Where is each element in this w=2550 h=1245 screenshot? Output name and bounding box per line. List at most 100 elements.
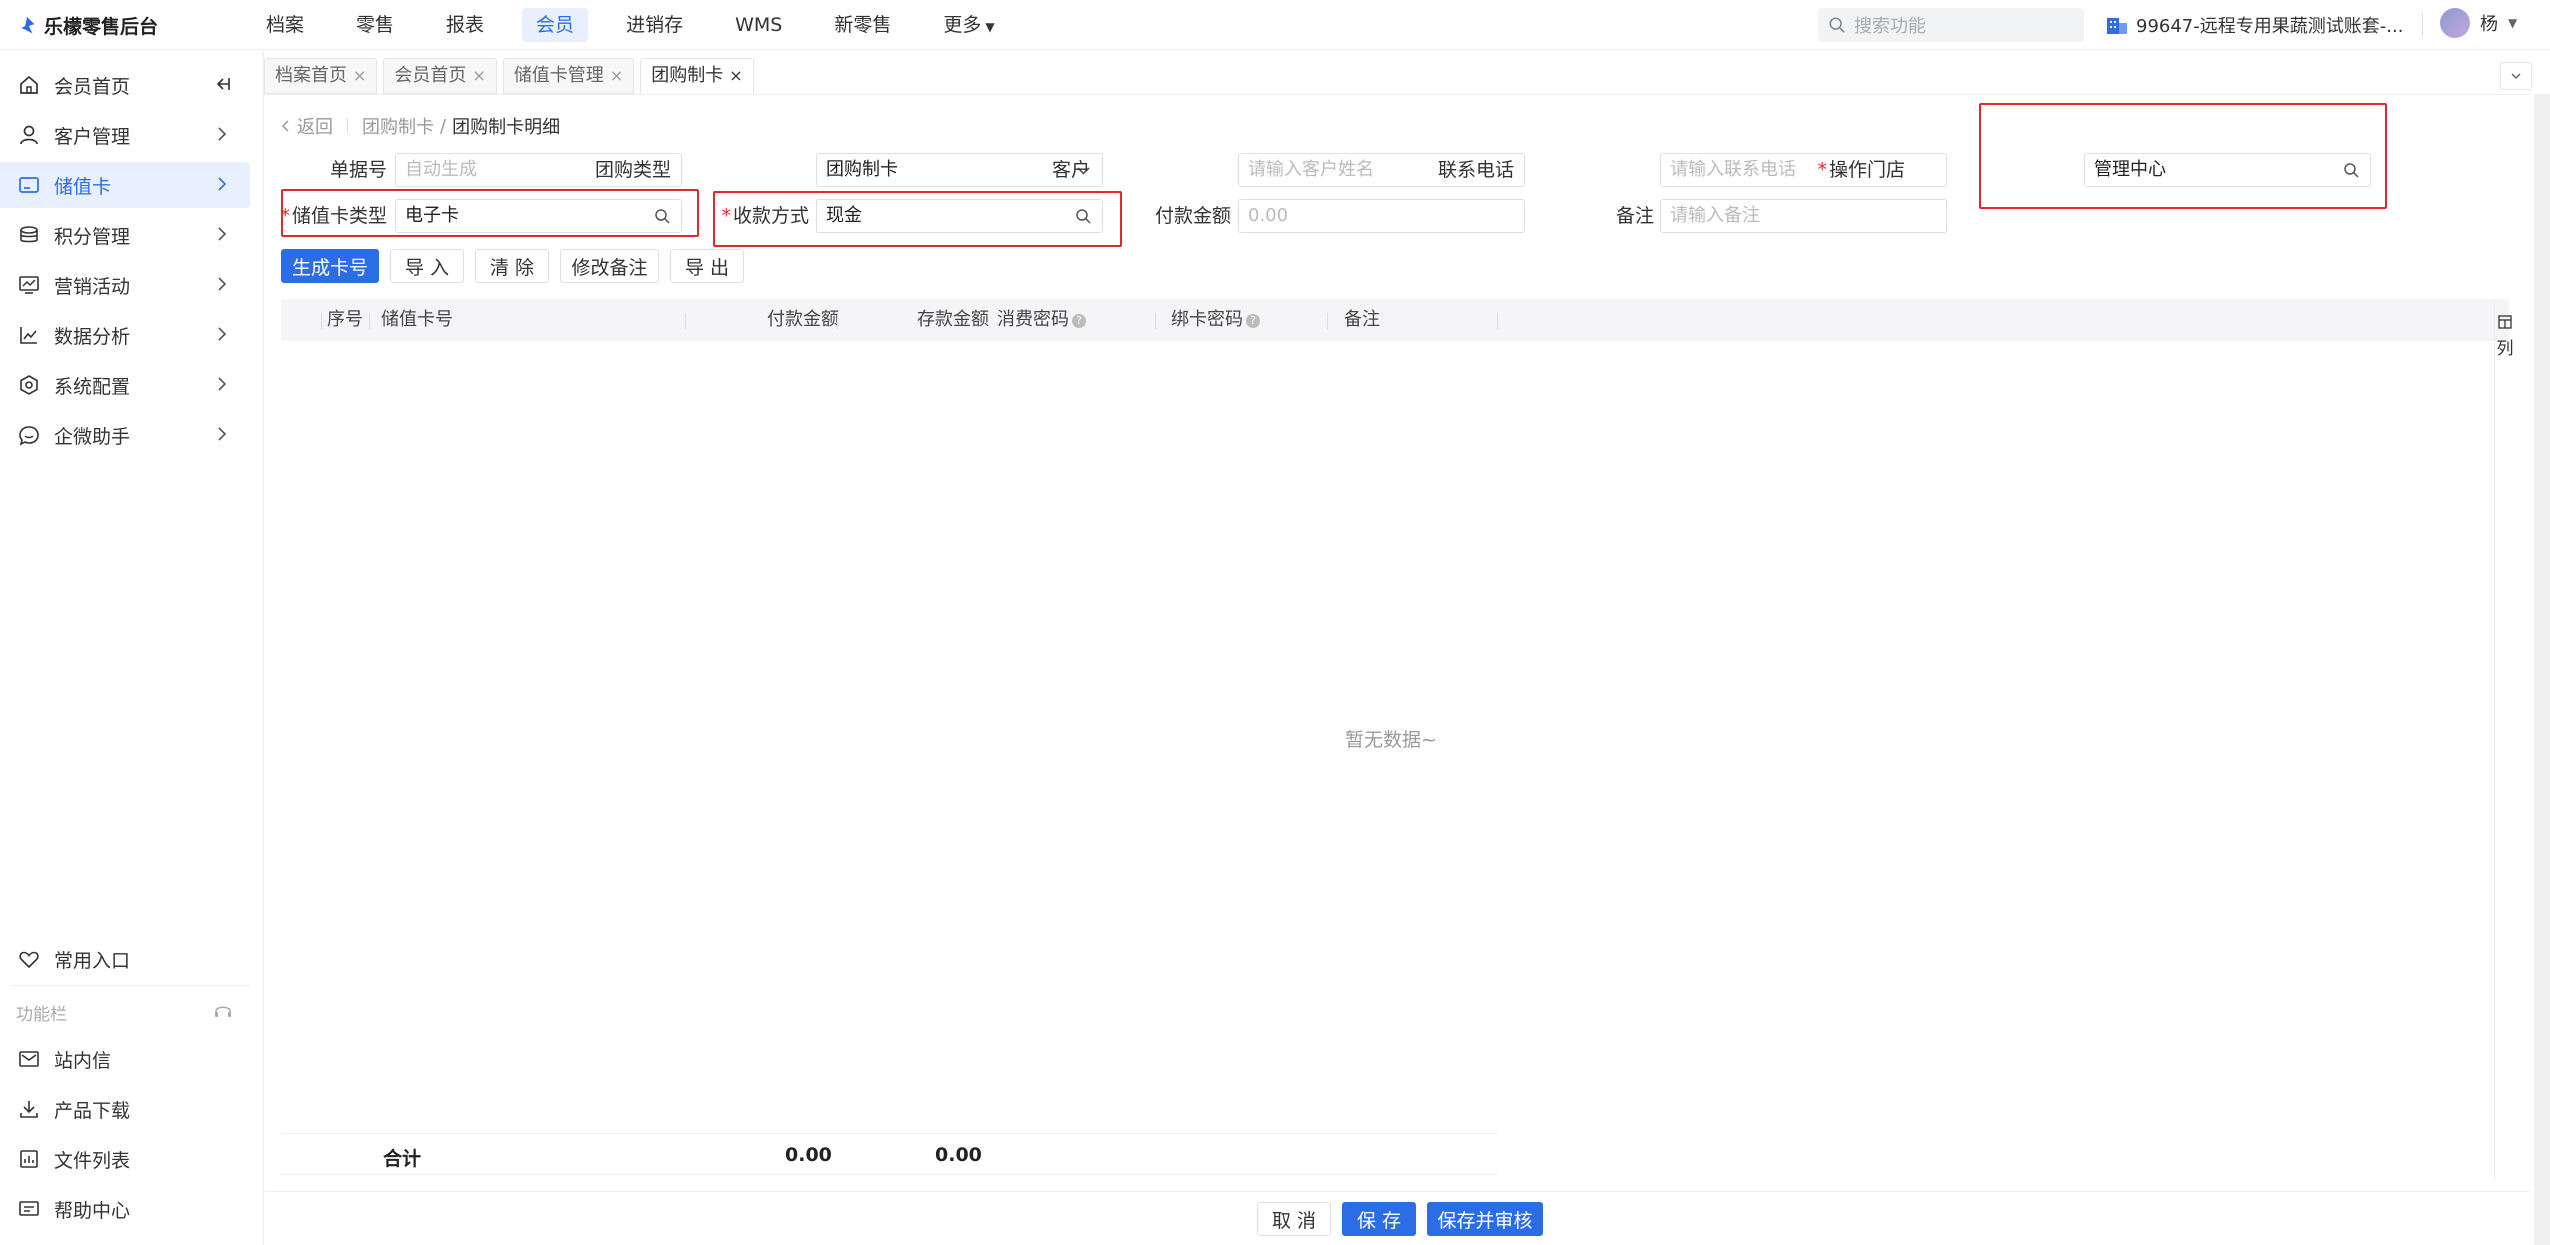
divider [2422, 13, 2423, 37]
account-selector[interactable]: 99647-远程专用果蔬测试账套-... [2106, 12, 2403, 38]
pay-amount-input[interactable]: 0.00 [1238, 199, 1525, 233]
column-separator [1497, 313, 1498, 329]
chevron-down-icon [2511, 73, 2521, 80]
function-search-input[interactable]: 搜索功能 [1818, 8, 2084, 42]
cancel-button[interactable]: 取 消 [1257, 1202, 1331, 1236]
nav-item-new-retail[interactable]: 新零售 [820, 8, 905, 42]
sidebar-tool-file-list[interactable]: 文件列表 [0, 1136, 250, 1182]
column-separator [1155, 313, 1156, 329]
nav-item-archive[interactable]: 档案 [252, 8, 318, 42]
close-icon[interactable]: × [472, 59, 485, 93]
sidebar-tool-inbox[interactable]: 站内信 [0, 1036, 250, 1082]
nav-item-retail[interactable]: 零售 [342, 8, 408, 42]
generate-card-no-button[interactable]: 生成卡号 [281, 249, 379, 283]
sidebar-item-member-home[interactable]: 会员首页 [0, 62, 250, 108]
main-nav: 档案 零售 报表 会员 进销存 WMS 新零售 更多 ▼ [252, 0, 1033, 50]
card-icon [18, 174, 40, 196]
tab-archive-home[interactable]: 档案首页 × [264, 58, 378, 94]
table-header: 序号 储值卡号 付款金额 存款金额 消费密码? 绑卡密码? 备注 [281, 299, 2509, 341]
nav-item-member[interactable]: 会员 [522, 8, 589, 42]
save-and-audit-button[interactable]: 保存并审核 [1427, 1202, 1543, 1236]
sidebar-item-wecom-assistant[interactable]: 企微助手 [0, 412, 250, 458]
tab-member-home[interactable]: 会员首页 × [383, 58, 497, 94]
button-label: 导 出 [684, 256, 730, 279]
button-label: 修改备注 [571, 256, 648, 279]
close-icon[interactable]: × [353, 59, 366, 93]
save-button[interactable]: 保 存 [1342, 1202, 1416, 1236]
sidebar-item-label: 帮助中心 [54, 1199, 131, 1222]
help-icon[interactable]: ? [1246, 314, 1260, 328]
required-marker: * [1817, 159, 1827, 181]
main-content: 返回 团购制卡 / 团购制卡明细 单据号 自动生成 团购类型 团购制卡 客户 请… [265, 94, 2530, 1245]
remark-input[interactable]: 请输入备注 [1660, 199, 1947, 233]
page-tabs: 档案首页 × 会员首页 × 储值卡管理 × 团购制卡 × [264, 58, 754, 94]
export-button[interactable]: 导 出 [670, 249, 744, 283]
divider [10, 985, 250, 986]
page-scrollbar[interactable] [2534, 94, 2550, 1245]
chat-icon [18, 424, 40, 446]
column-header-card-no[interactable]: 储值卡号 [381, 299, 453, 341]
breadcrumb: 返回 团购制卡 / 团购制卡明细 [279, 113, 560, 139]
account-label: 99647-远程专用果蔬测试账套-... [2136, 16, 2404, 37]
nav-item-inventory[interactable]: 进销存 [612, 8, 697, 42]
sidebar-item-label: 企微助手 [54, 425, 131, 448]
chevron-right-icon [218, 127, 227, 141]
chart-icon [18, 324, 40, 346]
chevron-right-icon [218, 177, 227, 191]
sidebar-item-stored-value-card[interactable]: 储值卡 [0, 162, 250, 208]
sidebar-item-points[interactable]: 积分管理 [0, 212, 250, 258]
help-icon [18, 1198, 40, 1220]
building-icon [2107, 18, 2127, 34]
tab-card-management[interactable]: 储值卡管理 × [502, 58, 635, 94]
sidebar-tool-download[interactable]: 产品下载 [0, 1086, 250, 1132]
chevron-right-icon [218, 427, 227, 441]
import-button[interactable]: 导 入 [390, 249, 464, 283]
sidebar-tool-help[interactable]: 帮助中心 [0, 1186, 250, 1232]
column-header-pay-amount[interactable]: 付款金额 [767, 299, 839, 341]
clear-button[interactable]: 清 除 [475, 249, 549, 283]
column-header-bind-password[interactable]: 绑卡密码? [1171, 299, 1260, 341]
sidebar-item-label: 系统配置 [54, 375, 131, 398]
collapse-sidebar-icon[interactable] [212, 74, 232, 94]
column-settings-button[interactable]: 列 [2494, 314, 2516, 359]
user-menu[interactable]: 杨 ▼ [2440, 8, 2517, 38]
close-icon[interactable]: × [610, 59, 623, 93]
total-pay-amount: 0.00 [785, 1144, 832, 1166]
heart-icon [18, 948, 40, 970]
settings-icon [18, 374, 40, 396]
app-logo[interactable]: 乐檬零售后台 [16, 12, 158, 39]
caret-down-icon: ▼ [985, 20, 995, 34]
chevron-right-icon [218, 327, 227, 341]
mail-icon [18, 1048, 40, 1070]
edit-remark-button[interactable]: 修改备注 [560, 249, 659, 283]
sidebar-favorites[interactable]: 常用入口 [0, 936, 250, 982]
nav-label: 更多 [943, 14, 982, 36]
column-separator [369, 313, 370, 329]
back-label: 返回 [297, 117, 333, 138]
tabs-menu-button[interactable] [2500, 62, 2532, 90]
close-icon[interactable]: × [729, 59, 742, 93]
sidebar-item-label: 产品下载 [54, 1099, 131, 1122]
back-link[interactable]: 返回 [279, 113, 333, 139]
sidebar-item-analytics[interactable]: 数据分析 [0, 312, 250, 358]
nav-item-report[interactable]: 报表 [432, 8, 498, 42]
column-header-index[interactable]: 序号 [327, 299, 363, 341]
sidebar-item-system-config[interactable]: 系统配置 [0, 362, 250, 408]
table-total-row: 合计 0.00 0.00 [281, 1133, 1497, 1175]
breadcrumb-parent[interactable]: 团购制卡 [362, 113, 434, 139]
column-header-consume-password[interactable]: 消费密码? [997, 299, 1086, 341]
tab-group-card[interactable]: 团购制卡 × [640, 58, 754, 94]
toolbar-section-label: 功能栏 [16, 1005, 67, 1025]
headset-icon[interactable] [212, 1000, 234, 1022]
column-toggle-divider [2494, 300, 2495, 1180]
sidebar-item-label: 客户管理 [54, 125, 131, 148]
column-header-deposit-amount[interactable]: 存款金额 [917, 299, 989, 341]
nav-item-wms[interactable]: WMS [721, 8, 796, 42]
sidebar-item-marketing[interactable]: 营销活动 [0, 262, 250, 308]
nav-item-more[interactable]: 更多 ▼ [929, 8, 1008, 42]
doc-no-label: 单据号 [329, 159, 387, 181]
sidebar-item-customer[interactable]: 客户管理 [0, 112, 250, 158]
tab-label: 储值卡管理 [513, 65, 604, 86]
help-icon[interactable]: ? [1072, 314, 1086, 328]
column-header-remark[interactable]: 备注 [1344, 299, 1380, 341]
